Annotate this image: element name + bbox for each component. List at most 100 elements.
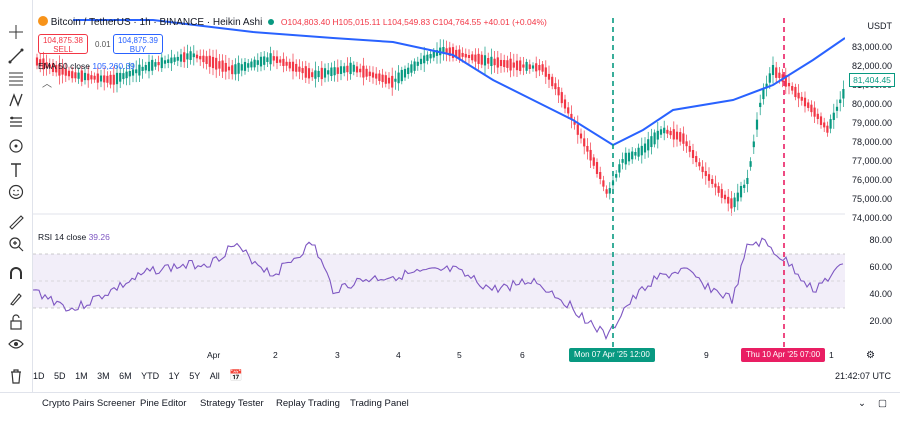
range-6m[interactable]: 6M (119, 371, 132, 381)
fib-icon[interactable] (6, 68, 26, 88)
candle-body (429, 54, 432, 59)
candle-body (794, 86, 797, 98)
settings-gear-icon[interactable]: ⚙ (866, 350, 875, 361)
candle-body (250, 61, 253, 68)
ema-legend[interactable]: EMA 50 close 105,260.39 (38, 61, 135, 71)
candle-body (243, 61, 247, 71)
candle-body (813, 107, 816, 117)
candle-body (720, 189, 723, 198)
candle-body (199, 56, 202, 60)
sell-button[interactable]: 104,875.38 SELL (38, 34, 88, 54)
tab-crypto-pairs-screener[interactable]: Crypto Pairs Screener (42, 398, 135, 409)
candle-body (599, 172, 602, 179)
magnet-icon[interactable] (6, 264, 26, 284)
candle-body (643, 143, 647, 153)
price-tick: 77,000.00 (851, 156, 892, 166)
range-1y[interactable]: 1Y (169, 371, 180, 381)
candle-body (791, 86, 794, 91)
range-5d[interactable]: 5D (54, 371, 66, 381)
text-icon[interactable] (6, 160, 26, 180)
price-axis[interactable]: USDT 83,000.0082,000.0081,000.0080,000.0… (845, 0, 900, 340)
candle-body (253, 59, 256, 68)
chevron-down-icon[interactable]: ⌄ (858, 398, 866, 409)
candle-body (285, 61, 288, 66)
tab-replay-trading[interactable]: Replay Trading (276, 398, 340, 409)
crosshair-icon[interactable] (6, 22, 26, 42)
candle-body (90, 75, 93, 80)
zoom-icon[interactable] (6, 234, 26, 254)
market-status-dot (268, 19, 275, 25)
candle-body (835, 106, 839, 111)
time-label: 1 (829, 350, 834, 360)
candle-body (563, 99, 567, 109)
candle-body (496, 57, 499, 68)
pattern-icon[interactable] (6, 90, 26, 110)
candle-body (192, 53, 195, 58)
chart-canvas[interactable] (33, 0, 845, 364)
tab-strategy-tester[interactable]: Strategy Tester (200, 398, 264, 409)
candle-body (144, 65, 147, 71)
symbol-title[interactable]: Bitcoin / TetherUS · 1h · BINANCE · Heik… (51, 17, 263, 28)
candle-body (400, 69, 403, 82)
price-tick: 83,000.00 (851, 42, 892, 52)
candle-body (493, 58, 496, 66)
trend-line-icon[interactable] (6, 46, 26, 66)
candle-body (637, 147, 640, 157)
candle-body (675, 131, 679, 140)
range-1m[interactable]: 1M (75, 371, 88, 381)
range-1d[interactable]: 1D (33, 371, 45, 381)
buy-button[interactable]: 104,875.39 BUY (113, 34, 163, 54)
candle-body (803, 97, 807, 107)
candle-body (317, 70, 320, 78)
candle-body (80, 70, 83, 82)
candle-body (615, 174, 618, 178)
candle-body (672, 129, 675, 140)
tab-pine-editor[interactable]: Pine Editor (140, 398, 186, 409)
lock-icon[interactable] (6, 312, 26, 332)
chevron-up-icon[interactable]: ︿ (42, 75, 52, 90)
candle-body (755, 119, 759, 130)
candle-body (650, 136, 653, 148)
range-all[interactable]: All (210, 371, 220, 381)
prediction-icon[interactable] (6, 112, 26, 132)
tab-trading-panel[interactable]: Trading Panel (350, 398, 409, 409)
candle-body (154, 62, 157, 67)
candle-body (272, 56, 275, 61)
candle-body (339, 66, 343, 74)
brush-icon[interactable] (6, 136, 26, 156)
candle-body (269, 53, 272, 65)
candle-body (759, 102, 762, 108)
candle-body (211, 56, 215, 69)
utc-clock[interactable]: 21:42:07 UTC (835, 371, 891, 381)
candle-body (458, 49, 461, 59)
candle-body (579, 133, 583, 139)
candle-body (346, 65, 349, 73)
candle-body (538, 64, 541, 71)
trash-icon[interactable] (6, 366, 26, 386)
candle-body (125, 71, 128, 79)
range-ytd[interactable]: YTD (141, 371, 159, 381)
range-bar: 1D 5D 1M 3M 6M YTD 1Y 5Y All 📅 (33, 369, 250, 385)
emoji-icon[interactable] (6, 182, 26, 202)
candle-body (762, 88, 765, 100)
ruler-icon[interactable] (6, 212, 26, 232)
lock-draw-icon[interactable] (6, 288, 26, 308)
eye-icon[interactable] (6, 334, 26, 354)
candle-body (746, 177, 749, 185)
time-badge-right: Thu 10 Apr '25 07:00 (741, 348, 826, 362)
rsi-legend[interactable]: RSI 14 close 39.26 (38, 232, 110, 242)
spread-value: 0.01 (95, 40, 111, 49)
range-5y[interactable]: 5Y (189, 371, 200, 381)
time-label: 4 (396, 350, 401, 360)
candle-body (141, 66, 144, 71)
time-axis[interactable]: Apr 2 3 4 5 6 Mon 07 Apr '25 12:00 9 Thu… (33, 348, 845, 364)
goto-date-icon[interactable]: 📅 (229, 369, 243, 382)
candle-body (83, 72, 87, 81)
candle-body (381, 74, 384, 83)
range-3m[interactable]: 3M (97, 371, 110, 381)
candle-body (551, 76, 554, 87)
candle-body (531, 65, 535, 69)
rsi-tick: 80.00 (869, 235, 892, 245)
candle-body (407, 67, 410, 75)
maximize-icon[interactable]: ▢ (878, 398, 887, 409)
